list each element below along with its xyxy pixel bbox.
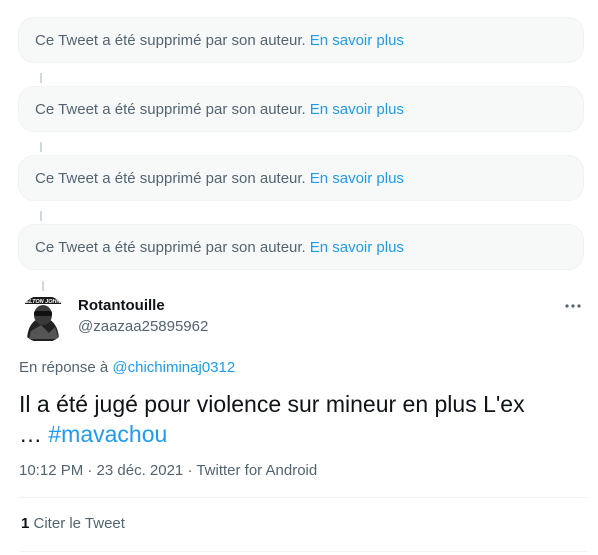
thread-connector <box>40 73 42 83</box>
quote-label: Citer le Tweet <box>33 515 125 532</box>
author-handle[interactable]: @zaazaa25895962 <box>78 318 208 335</box>
quote-count: 1 <box>21 515 30 532</box>
deleted-tweet-message: Ce Tweet a été supprimé par son auteur. <box>35 169 306 187</box>
thread-connector <box>40 211 42 221</box>
more-horizontal-icon <box>565 304 581 308</box>
thread-connector <box>40 142 42 152</box>
learn-more-link[interactable]: En savoir plus <box>310 170 404 187</box>
hashtag-link[interactable]: #mavachou <box>48 421 167 447</box>
learn-more-link[interactable]: En savoir plus <box>310 239 404 256</box>
divider <box>19 551 587 552</box>
reply-prefix: En réponse à <box>19 359 109 376</box>
tweet-text: Il a été jugé pour violence sur mineur e… <box>19 389 579 449</box>
author-display-name[interactable]: Rotantouille <box>78 297 165 314</box>
thread-connector <box>42 281 44 291</box>
divider <box>19 497 587 498</box>
deleted-tweet-card: Ce Tweet a été supprimé par son auteur. … <box>18 155 584 201</box>
avatar-logo-text: ELTON JOHN <box>26 299 62 305</box>
deleted-tweet-message: Ce Tweet a été supprimé par son auteur. <box>35 31 306 49</box>
reply-mention-link[interactable]: @chichiminaj0312 <box>112 359 235 376</box>
tweet-timestamp[interactable]: 10:12 PM · 23 déc. 2021 · Twitter for An… <box>19 462 317 479</box>
learn-more-link[interactable]: En savoir plus <box>310 101 404 118</box>
avatar-image: ELTON JOHN <box>19 295 67 343</box>
avatar[interactable]: ELTON JOHN <box>19 295 67 343</box>
deleted-tweet-card: Ce Tweet a été supprimé par son auteur. … <box>18 224 584 270</box>
tweet-text-ellipsis: … <box>19 421 42 447</box>
deleted-tweet-message: Ce Tweet a été supprimé par son auteur. <box>35 100 306 118</box>
reply-context: En réponse à @chichiminaj0312 <box>19 359 235 376</box>
deleted-tweet-card: Ce Tweet a été supprimé par son auteur. … <box>18 17 584 63</box>
more-options-button[interactable] <box>560 296 586 316</box>
quote-tweets-link[interactable]: 1 Citer le Tweet <box>21 515 125 532</box>
tweet-text-line1: Il a été jugé pour violence sur mineur e… <box>19 391 525 417</box>
deleted-tweet-message: Ce Tweet a été supprimé par son auteur. <box>35 238 306 256</box>
deleted-tweet-card: Ce Tweet a été supprimé par son auteur. … <box>18 86 584 132</box>
learn-more-link[interactable]: En savoir plus <box>310 32 404 49</box>
